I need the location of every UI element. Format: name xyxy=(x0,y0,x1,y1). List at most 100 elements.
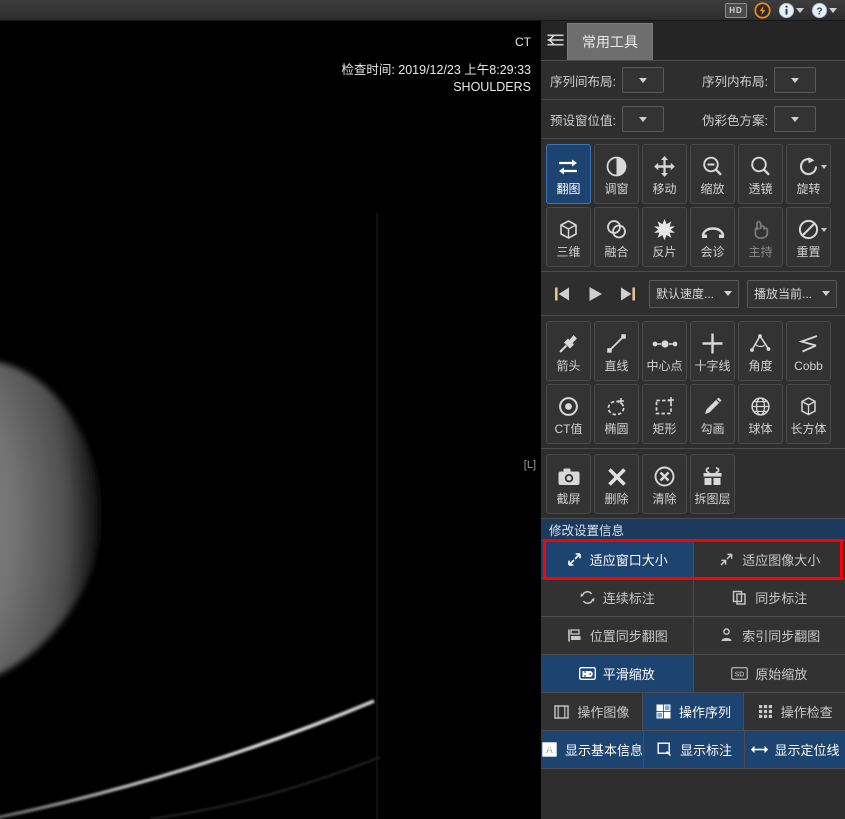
reset-icon xyxy=(797,216,820,244)
tool-host[interactable]: 主持 xyxy=(738,207,783,267)
angle-icon xyxy=(749,330,772,358)
lightning-icon[interactable] xyxy=(754,1,771,19)
annotation-mode-row: 连续标注 同步标注 xyxy=(541,579,845,617)
tool-ellipse[interactable]: 椭圆 xyxy=(594,384,639,444)
skip-forward-icon[interactable] xyxy=(616,281,641,307)
intra-series-layout-select[interactable] xyxy=(773,67,816,93)
tab-strip: 常用工具 xyxy=(541,21,845,61)
window-preset-select[interactable] xyxy=(621,106,664,132)
playback-scope-select[interactable]: 播放当前... xyxy=(746,279,837,308)
raw-zoom-button[interactable]: SD 原始缩放 xyxy=(693,655,845,692)
show-basic-info-button[interactable]: A 显示基本信息 xyxy=(541,731,645,768)
fit-mode-row: 适应窗口大小 适应图像大小 xyxy=(541,539,845,580)
help-icon[interactable]: ? xyxy=(811,2,828,19)
position-sync-button[interactable]: 位置同步翻图 xyxy=(541,617,694,654)
tool-flip[interactable]: 翻图 xyxy=(546,144,591,204)
help-menu[interactable]: ? xyxy=(811,2,837,19)
tool-cobb[interactable]: Cobb xyxy=(786,321,831,381)
info-icon[interactable] xyxy=(778,2,795,19)
intra-series-layout-label: 序列内布局: xyxy=(702,74,768,89)
skip-back-icon[interactable] xyxy=(549,281,574,307)
playback-speed-select[interactable]: 默认速度... xyxy=(648,279,739,308)
tool-invert[interactable]: 反片 xyxy=(642,207,687,267)
tool-lens[interactable]: 透镜 xyxy=(738,144,783,204)
measurement-tools-grid: 箭头 直线 中心点 十字线 角度 Cobb CT值 椭圆 矩形 勾画 球体 长方… xyxy=(541,316,845,449)
pseudocolor-select[interactable] xyxy=(773,106,816,132)
tool-screenshot[interactable]: 截屏 xyxy=(546,454,591,514)
tool-freehand[interactable]: 勾画 xyxy=(690,384,735,444)
tool-line[interactable]: 直线 xyxy=(594,321,639,381)
position-sync-icon xyxy=(566,627,583,644)
tool-label: 删除 xyxy=(604,491,629,506)
tool-3d[interactable]: 三维 xyxy=(546,207,591,267)
fit-window-button[interactable]: 适应窗口大小 xyxy=(541,541,694,578)
tool-sphere[interactable]: 球体 xyxy=(738,384,783,444)
tab-common-tools[interactable]: 常用工具 xyxy=(567,23,653,60)
sync-annotation-button[interactable]: 同步标注 xyxy=(693,579,845,616)
tool-angle[interactable]: 角度 xyxy=(738,321,783,381)
tool-label: 三维 xyxy=(556,244,581,259)
tool-reset[interactable]: 重置 xyxy=(786,207,831,267)
tool-label: 角度 xyxy=(748,358,773,373)
info-menu[interactable] xyxy=(778,2,804,19)
tool-cuboid[interactable]: 长方体 xyxy=(786,384,831,444)
ct-value-icon xyxy=(557,393,580,421)
operate-series-label: 操作序列 xyxy=(679,705,732,720)
smooth-zoom-button[interactable]: HD 平滑缩放 xyxy=(541,655,694,692)
tools-panel: 常用工具 序列间布局: 序列内布局: 预设窗位值: 伪彩色方案: 翻图 调窗 移… xyxy=(541,21,845,819)
inter-series-layout-label: 序列间布局: xyxy=(550,74,616,89)
tool-split[interactable]: 拆图层 xyxy=(690,454,735,514)
operate-image-icon xyxy=(553,703,570,720)
fit-window-label: 适应窗口大小 xyxy=(589,553,668,568)
tool-rotate[interactable]: 旋转 xyxy=(786,144,831,204)
tool-rectangle[interactable]: 矩形 xyxy=(642,384,687,444)
tool-clear[interactable]: 清除 xyxy=(642,454,687,514)
arrow-pin-icon xyxy=(557,330,580,358)
tool-consult[interactable]: 会诊 xyxy=(690,207,735,267)
operate-study-button[interactable]: 操作检查 xyxy=(744,693,845,730)
show-annotation-button[interactable]: 显示标注 xyxy=(644,731,746,768)
chevron-down-icon[interactable] xyxy=(821,228,827,232)
tool-window-level[interactable]: 调窗 xyxy=(594,144,639,204)
window-preset-group: 预设窗位值: xyxy=(541,106,693,132)
play-icon[interactable] xyxy=(582,281,607,307)
tool-zoom[interactable]: 缩放 xyxy=(690,144,735,204)
tool-centerpoint[interactable]: 中心点 xyxy=(642,321,687,381)
chevron-down-icon xyxy=(791,116,800,122)
contrast-icon xyxy=(605,153,628,181)
edit-tools-grid: 截屏 删除 清除 拆图层 xyxy=(541,449,845,519)
index-sync-button[interactable]: 索引同步翻图 xyxy=(693,617,845,654)
fit-image-button[interactable]: 适应图像大小 xyxy=(693,541,845,578)
operate-series-button[interactable]: 操作序列 xyxy=(642,693,745,730)
hd-badge[interactable]: HD xyxy=(725,2,747,18)
sphere-icon xyxy=(749,393,772,421)
continuous-annot-icon xyxy=(579,589,596,606)
image-viewport[interactable]: CT 检查时间: 2019/12/23 上午8:29:33 SHOULDERS … xyxy=(0,21,541,819)
fit-window-icon xyxy=(566,551,583,568)
tool-label: 调窗 xyxy=(604,181,629,196)
ct-image[interactable] xyxy=(0,21,541,819)
continuous-annotation-button[interactable]: 连续标注 xyxy=(541,579,694,616)
list-menu-icon[interactable] xyxy=(543,21,567,60)
sync-annot-icon xyxy=(731,589,748,606)
show-scoutline-icon xyxy=(750,741,768,758)
chevron-down-icon[interactable] xyxy=(829,7,837,13)
inter-series-layout-select[interactable] xyxy=(621,67,664,93)
centerpoint-icon xyxy=(652,330,678,358)
tool-delete[interactable]: 删除 xyxy=(594,454,639,514)
chevron-down-icon[interactable] xyxy=(821,165,827,169)
crosshair-icon xyxy=(701,330,724,358)
overlay-exam-time: 检查时间: 2019/12/23 上午8:29:33 xyxy=(341,63,531,77)
chevron-down-icon[interactable] xyxy=(796,7,804,13)
tool-label: 截屏 xyxy=(556,491,581,506)
tool-crosshair[interactable]: 十字线 xyxy=(690,321,735,381)
split-icon xyxy=(701,463,724,491)
tool-label: Cobb xyxy=(794,358,823,373)
tool-ct-value[interactable]: CT值 xyxy=(546,384,591,444)
operate-image-button[interactable]: 操作图像 xyxy=(541,693,643,730)
tool-pan[interactable]: 移动 xyxy=(642,144,687,204)
show-scoutline-button[interactable]: 显示定位线 xyxy=(745,731,845,768)
tool-arrow[interactable]: 箭头 xyxy=(546,321,591,381)
layout-dropdown-row: 序列间布局: 序列内布局: xyxy=(541,61,845,100)
tool-fusion[interactable]: 融合 xyxy=(594,207,639,267)
